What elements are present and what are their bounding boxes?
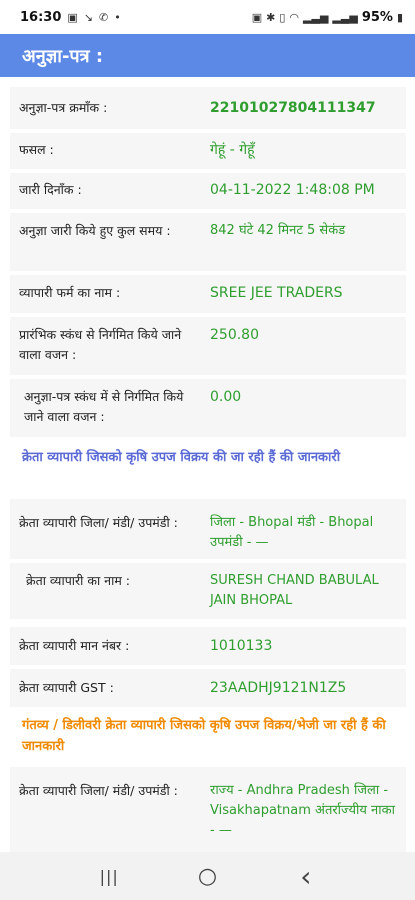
- buyer-license-label: क्रेता व्यापारी मान नंबर :: [19, 638, 130, 653]
- buyer-district-label: क्रेता व्यापारी जिला/ मंडी/ उपमंडी :: [19, 515, 178, 530]
- detail-row-permit-number: अनुज्ञा-पत्र क्रमाँक : 22101027804111347: [10, 87, 406, 129]
- destination-section-heading: गंतव्य / डिलीवरी क्रेता व्यापारी जिसको क…: [22, 718, 386, 754]
- detail-row-issue-date: जारी दिनाँक : 04-11-2022 1:48:08 PM: [10, 173, 406, 209]
- initial-weight-value: 250.80: [210, 327, 259, 343]
- screenshot-icon: ▣: [251, 10, 263, 24]
- trader-firm-label: व्यापारी फर्म का नाम :: [19, 285, 121, 300]
- detail-row-total-time: अनुज्ञा जारी किये हुए कुल समय : 842 घंटे…: [10, 213, 406, 271]
- buyer-license-value: 1010133: [210, 638, 273, 654]
- more-notifications-icon: •: [114, 10, 121, 24]
- destination-district-label: क्रेता व्यापारी जिला/ मंडी/ उपमंडी :: [19, 783, 178, 798]
- buyer-district-value: जिला - Bhopal मंडी - Bhopal उपमंडी - —: [210, 515, 374, 550]
- wifi-icon: ◠: [289, 10, 300, 24]
- home-icon: ○: [197, 863, 218, 889]
- battery-level: 95%: [361, 9, 393, 25]
- issue-date-value: 04-11-2022 1:48:08 PM: [210, 182, 375, 198]
- detail-row-crop: फसल : गेहूं - गेहूँ: [10, 133, 406, 169]
- permit-details-scroll[interactable]: अनुज्ञा-पत्र क्रमाँक : 22101027804111347…: [0, 77, 415, 852]
- app-bar: अनुज्ञा-पत्र :: [0, 34, 415, 77]
- gallery-notification-icon: ▣: [67, 10, 78, 24]
- detail-row-buyer-gst: क्रेता व्यापारी GST : 23AADHJ9121N1Z5: [10, 669, 406, 707]
- system-nav-bar: ||| ○ ‹: [0, 852, 415, 900]
- permit-weight-label: अनुज्ञा-पत्र स्कंध में से निर्गमित किये …: [24, 389, 184, 424]
- detail-row-buyer-name: क्रेता व्यापारी का नाम : SURESH CHAND BA…: [10, 563, 406, 619]
- crop-value: गेहूं - गेहूँ: [210, 142, 255, 158]
- detail-row-permit-weight: अनुज्ञा-पत्र स्कंध में से निर्गमित किये …: [10, 379, 406, 437]
- battery-icon: ▮: [396, 10, 403, 24]
- back-button[interactable]: ‹: [286, 856, 326, 896]
- detail-row-buyer-district: क्रेता व्यापारी जिला/ मंडी/ उपमंडी : जिल…: [10, 499, 406, 559]
- vibrate-icon: ▯: [279, 10, 286, 24]
- total-time-value: 842 घंटे 42 मिनट 5 सेकंड: [210, 223, 346, 238]
- permit-number-label: अनुज्ञा-पत्र क्रमाँक :: [19, 100, 108, 115]
- detail-row-initial-weight: प्रारंभिक स्कंध से निर्गमित किये जाने वा…: [10, 317, 406, 375]
- buyer-name-value: SURESH CHAND BABULAL JAIN BHOPAL: [210, 573, 379, 608]
- recents-icon: |||: [99, 866, 119, 886]
- buyer-name-label: क्रेता व्यापारी का नाम :: [26, 573, 131, 588]
- permit-weight-value: 0.00: [210, 389, 242, 405]
- page-title: अनुज्ञा-पत्र :: [22, 45, 104, 67]
- buyer-gst-value: 23AADHJ9121N1Z5: [210, 680, 347, 696]
- recents-button[interactable]: |||: [89, 856, 129, 896]
- status-bar: 16:30 ▣ ↘ ✆ • ▣ ✱ ▯ ◠ ▂▃▅ ▂▃▅ 95% ▮: [0, 0, 415, 34]
- permit-number-value: 22101027804111347: [210, 100, 376, 116]
- detail-row-destination-district: क्रेता व्यापारी जिला/ मंडी/ उपमंडी : राज…: [10, 767, 406, 852]
- signal-2-icon: ▂▃▅: [332, 10, 358, 24]
- trader-firm-value: SREE JEE TRADERS: [210, 285, 343, 301]
- issue-date-label: जारी दिनाँक :: [19, 182, 82, 197]
- call-icon: ✆: [99, 10, 109, 24]
- total-time-label: अनुज्ञा जारी किये हुए कुल समय :: [19, 223, 171, 238]
- back-icon: ‹: [300, 859, 312, 893]
- bluetooth-icon: ✱: [266, 10, 276, 24]
- crop-label: फसल :: [19, 142, 54, 157]
- initial-weight-label: प्रारंभिक स्कंध से निर्गमित किये जाने वा…: [19, 327, 182, 362]
- signal-icon: ▂▃▅: [303, 10, 329, 24]
- detail-row-buyer-license: क्रेता व्यापारी मान नंबर : 1010133: [10, 627, 406, 665]
- buyer-gst-label: क्रेता व्यापारी GST :: [19, 680, 114, 695]
- buyer-section-heading: क्रेता व्यापारी जिसको कृषि उपज विक्रय की…: [22, 450, 341, 465]
- destination-district-value: राज्य - Andhra Pradesh जिला - Visakhapat…: [210, 783, 395, 838]
- missed-call-icon: ↘: [83, 10, 94, 24]
- detail-row-trader-firm: व्यापारी फर्म का नाम : SREE JEE TRADERS: [10, 275, 406, 313]
- status-time: 16:30: [20, 9, 62, 25]
- home-button[interactable]: ○: [187, 856, 227, 896]
